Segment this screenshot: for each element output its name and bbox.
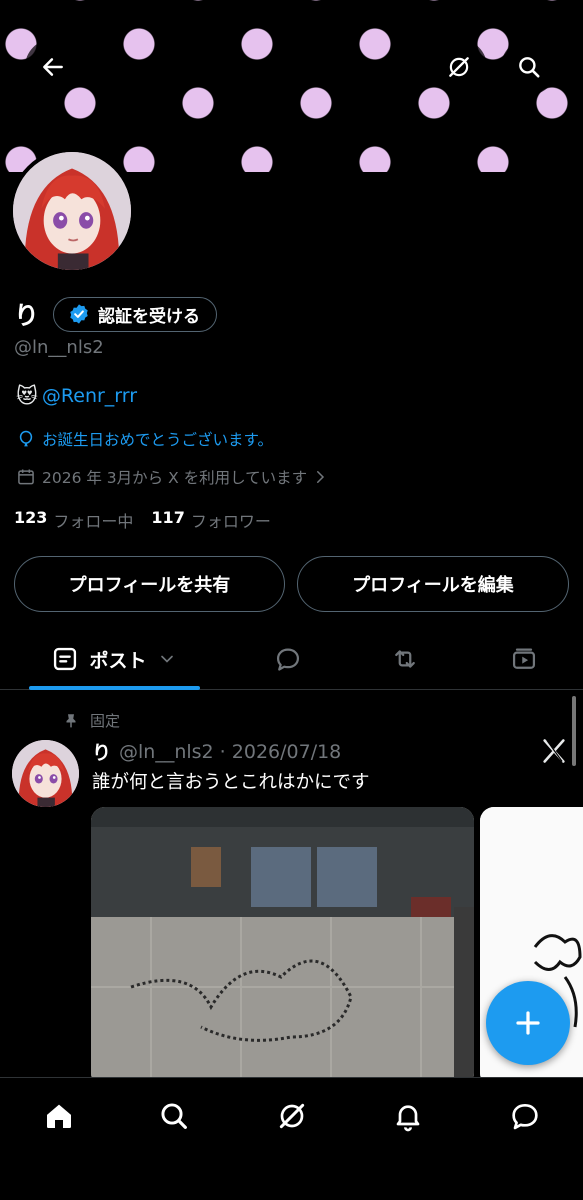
profile-handle: @ln__nls2 (14, 337, 104, 358)
profile-bio: 😻 @Renr_rrr (16, 384, 137, 408)
profile-avatar[interactable] (9, 148, 135, 274)
followers-count[interactable]: 117 (151, 508, 184, 532)
arrow-left-icon (43, 58, 63, 76)
birthday-text: お誕生日おめでとうございます。 (42, 431, 273, 449)
reply-icon (276, 648, 300, 671)
grok-icon (449, 57, 469, 77)
avatar-image (13, 152, 131, 270)
bio-mention-link[interactable]: @Renr_rrr (42, 385, 137, 407)
search-icon (519, 57, 540, 78)
home-icon (47, 1104, 71, 1128)
pinned-label: 固定 (90, 712, 121, 730)
verified-badge-icon (70, 304, 88, 324)
nav-search[interactable] (152, 1096, 196, 1136)
balloon-icon (19, 430, 33, 447)
tab-reposts[interactable] (383, 630, 427, 688)
nav-grok[interactable] (270, 1096, 314, 1136)
game-screenshot-image (91, 807, 474, 1087)
post-author-avatar[interactable] (12, 740, 79, 807)
bell-icon (396, 1105, 420, 1132)
pin-icon (66, 713, 76, 728)
followers-label[interactable]: フォロワー (191, 508, 271, 532)
plus-icon (516, 1011, 540, 1035)
search-icon (161, 1103, 187, 1129)
post-author-meta: @ln__nls2 · 2026/07/18 (119, 740, 342, 763)
grok-x-icon[interactable] (540, 737, 568, 765)
post-author-name[interactable]: り (92, 738, 111, 765)
bottom-navigation (0, 1077, 583, 1200)
tab-videos[interactable] (502, 630, 546, 688)
birthday-row: お誕生日おめでとうございます。 (16, 428, 273, 450)
calendar-icon (18, 469, 34, 485)
follow-stats: 123 フォロー中 117 フォロワー (14, 508, 289, 532)
get-verified-button[interactable]: 認証を受ける (53, 296, 218, 332)
joined-text: 2026 年 3月から X を利用しています (42, 469, 308, 487)
chevron-right-icon (317, 471, 325, 483)
nav-messages[interactable] (503, 1096, 547, 1136)
bio-emoji: 😻 (16, 384, 38, 408)
display-name: り (14, 301, 40, 330)
share-profile-button[interactable]: プロフィールを共有 (14, 556, 285, 612)
verify-label: 認証を受ける (98, 306, 201, 327)
video-icon (512, 648, 536, 669)
active-tab-indicator (29, 686, 200, 690)
chevron-down-icon (160, 655, 173, 663)
nav-home[interactable] (37, 1096, 81, 1136)
post-icon (54, 647, 77, 671)
profile-tabs: ポスト (0, 630, 583, 690)
post-text: 誰が何と言おうとこれはかにです (92, 772, 370, 793)
avatar-image (12, 740, 79, 807)
scrollbar[interactable] (572, 696, 576, 766)
tab-replies[interactable] (266, 630, 310, 688)
messages-icon (512, 1104, 538, 1130)
following-label[interactable]: フォロー中 (53, 508, 133, 532)
following-count[interactable]: 123 (14, 508, 47, 532)
compose-post-button[interactable] (486, 981, 570, 1065)
edit-profile-button[interactable]: プロフィールを編集 (297, 556, 569, 612)
post-media-1[interactable] (91, 807, 474, 1087)
tab-posts[interactable]: ポスト (28, 630, 200, 688)
back-button[interactable] (25, 39, 81, 95)
profile-banner (0, 0, 583, 172)
repost-icon (395, 650, 415, 668)
tab-posts-label: ポスト (89, 649, 147, 672)
grok-button[interactable] (431, 39, 487, 95)
post-header: り @ln__nls2 · 2026/07/18 (92, 738, 341, 765)
pinned-indicator: 固定 (62, 710, 120, 731)
joined-row[interactable]: 2026 年 3月から X を利用しています (16, 466, 335, 488)
name-row: り 認証を受ける (14, 296, 218, 332)
nav-notifications[interactable] (386, 1096, 430, 1136)
grok-icon (279, 1103, 305, 1129)
search-button[interactable] (501, 39, 557, 95)
